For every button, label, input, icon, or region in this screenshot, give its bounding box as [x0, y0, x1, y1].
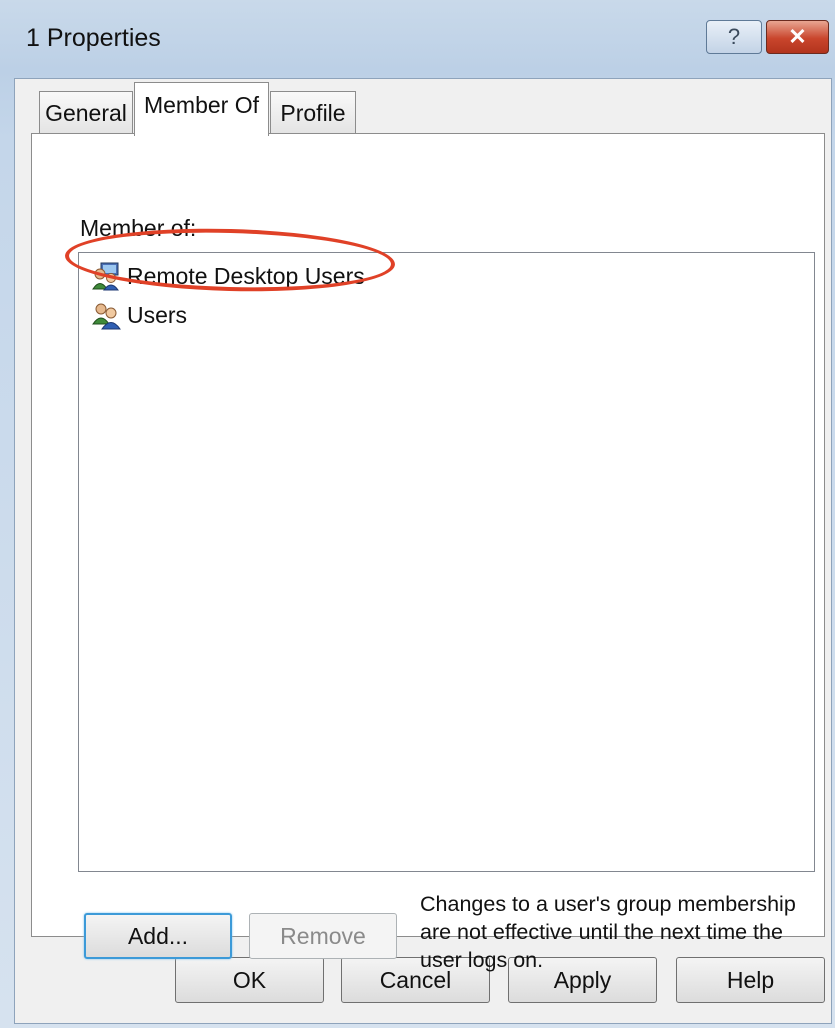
dialog-client-area: General Member Of Profile Member of: Rem… [14, 78, 832, 1024]
group-name: Users [127, 301, 188, 328]
group-listbox[interactable]: Remote Desktop Users Users [78, 252, 815, 872]
close-icon[interactable]: ✕ [766, 20, 829, 54]
membership-note: Changes to a user's group membership are… [420, 892, 796, 972]
list-item-users[interactable]: Users [91, 297, 187, 333]
title-bar: 1 Properties ? ✕ [0, 0, 835, 78]
window-title: 1 Properties [26, 24, 161, 52]
tab-general[interactable]: General [39, 91, 133, 135]
properties-dialog: 1 Properties ? ✕ General Member Of Profi… [0, 0, 835, 1028]
tab-profile[interactable]: Profile [270, 91, 356, 135]
ok-button[interactable]: OK [175, 957, 324, 1003]
add-button[interactable]: Add... [84, 913, 232, 959]
tab-member-of[interactable]: Member Of [134, 82, 269, 136]
group-icon [92, 303, 121, 330]
member-of-panel: Member of: Remote Desktop Users Users Ad… [31, 133, 825, 972]
help-icon[interactable]: ? [706, 20, 762, 54]
remove-button: Remove [249, 913, 397, 959]
